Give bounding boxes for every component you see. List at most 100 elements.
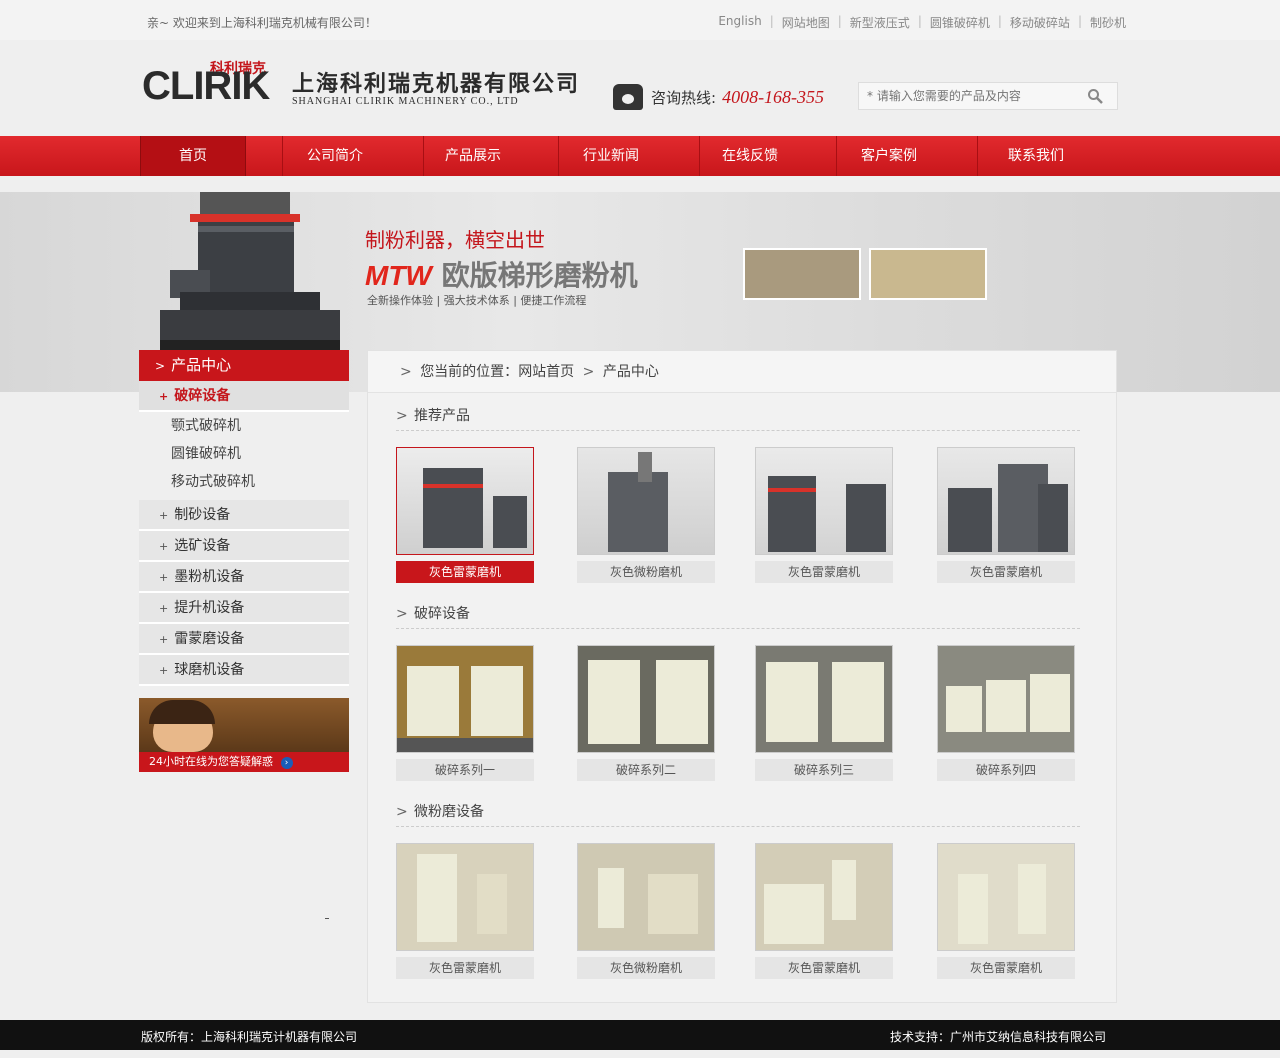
product-image xyxy=(755,843,893,951)
footer-support[interactable]: 技术支持：广州市艾纳信息科技有限公司 xyxy=(890,1028,1106,1045)
product-card[interactable]: 破碎系列四 xyxy=(937,645,1075,781)
product-caption: 灰色雷蒙磨机 xyxy=(396,561,534,583)
header: 科利瑞克 CLIRIK 上海科利瑞克机器有限公司 SHANGHAI CLIRIK… xyxy=(0,40,1280,136)
product-card[interactable]: 灰色雷蒙磨机 xyxy=(937,447,1075,583)
service-bar: 24小时在线为您答疑解惑 › xyxy=(139,752,349,772)
footer: 版权所有：上海科利瑞克计机器有限公司 技术支持：广州市艾纳信息科技有限公司 xyxy=(0,1020,1280,1050)
nav-products[interactable]: 产品展示 xyxy=(424,136,522,176)
breadcrumb: > 您当前的位置：网站首页 > 产品中心 xyxy=(368,351,1116,393)
nav-about[interactable]: 公司简介 xyxy=(283,136,387,176)
footer-copyright: 版权所有：上海科利瑞克计机器有限公司 xyxy=(141,1030,358,1044)
product-card[interactable]: 灰色雷蒙磨机 xyxy=(755,843,893,979)
top-link-sitemap[interactable]: 网站地图 xyxy=(782,14,830,31)
category-label: 墨粉机设备 xyxy=(174,569,245,585)
search-box xyxy=(858,82,1118,110)
product-card[interactable]: 破碎系列三 xyxy=(755,645,893,781)
category-label: 提升机设备 xyxy=(174,600,245,616)
sidebar-category-grinder[interactable]: + 墨粉机设备 xyxy=(139,562,349,593)
sidebar-subcategory-jaw[interactable]: 颚式破碎机 xyxy=(139,412,349,440)
sidebar-category-elevator[interactable]: + 提升机设备 xyxy=(139,593,349,624)
plus-icon: + xyxy=(159,602,169,615)
search-input[interactable] xyxy=(859,83,1079,109)
top-link-hydraulic[interactable]: 新型液压式 xyxy=(850,14,910,31)
category-label: 雷蒙磨设备 xyxy=(174,631,245,647)
company-logo[interactable]: 科利瑞克 CLIRIK 上海科利瑞克机器有限公司 SHANGHAI CLIRIK… xyxy=(142,58,582,114)
chevron-right-icon: > xyxy=(396,606,408,622)
sidebar-category-raymond[interactable]: + 雷蒙磨设备 xyxy=(139,624,349,655)
sidebar: > 产品中心 + 破碎设备 颚式破碎机 圆锥破碎机 移动式破碎机 + 制砂设备 + 选矿… xyxy=(139,350,349,772)
product-image xyxy=(937,645,1075,753)
sidebar-category-sand[interactable]: + 制砂设备 xyxy=(139,500,349,531)
product-caption: 灰色雷蒙磨机 xyxy=(396,957,534,979)
product-caption: 灰色微粉磨机 xyxy=(577,957,715,979)
product-caption: 灰色雷蒙磨机 xyxy=(755,561,893,583)
banner-thumb-image xyxy=(743,248,861,300)
chevron-right-icon: > xyxy=(396,408,408,424)
chevron-right-icon: > xyxy=(400,364,412,380)
banner-product-prefix: MTW xyxy=(365,260,432,291)
product-card[interactable]: 灰色雷蒙磨机 xyxy=(755,447,893,583)
nav-news[interactable]: 行业新闻 xyxy=(559,136,663,176)
product-image xyxy=(577,447,715,555)
main-nav: 首页 公司简介 产品展示 行业新闻 在线反馈 客户案例 联系我们 xyxy=(0,136,1280,176)
product-caption: 破碎系列四 xyxy=(937,759,1075,781)
product-image xyxy=(577,843,715,951)
arrow-right-icon: › xyxy=(280,757,293,769)
hotline-number: 4008-168-355 xyxy=(722,86,825,107)
sidebar-title: > 产品中心 xyxy=(139,350,349,381)
nav-cases[interactable]: 客户案例 xyxy=(837,136,941,176)
section-crushing: > 破碎设备 破碎系列一 破碎系列二 破碎系列三 破碎系列四 xyxy=(396,599,1080,781)
top-bar: 亲~ 欢迎来到上海科利瑞克机械有限公司！ English | 网站地图 | 新型… xyxy=(0,0,1280,40)
product-card[interactable]: 灰色雷蒙磨机 xyxy=(396,843,534,979)
company-name-cn: 上海科利瑞克机器有限公司 xyxy=(292,72,581,97)
product-caption: 灰色雷蒙磨机 xyxy=(755,957,893,979)
product-card[interactable]: 灰色雷蒙磨机 xyxy=(396,447,534,583)
search-icon[interactable] xyxy=(1087,88,1103,104)
plus-icon: + xyxy=(159,633,169,646)
sidebar-subcategory-mobile[interactable]: 移动式破碎机 xyxy=(139,468,349,496)
product-card[interactable]: 灰色微粉磨机 xyxy=(577,843,715,979)
top-link-cone-crusher[interactable]: 圆锥破碎机 xyxy=(930,14,990,31)
product-caption: 破碎系列三 xyxy=(755,759,893,781)
section-title-text: 微粉磨设备 xyxy=(414,804,484,820)
product-caption: 破碎系列二 xyxy=(577,759,715,781)
nav-feedback[interactable]: 在线反馈 xyxy=(700,136,800,176)
product-card[interactable]: 破碎系列一 xyxy=(396,645,534,781)
product-image xyxy=(396,645,534,753)
sidebar-category-mineral[interactable]: + 选矿设备 xyxy=(139,531,349,562)
welcome-text: 亲~ 欢迎来到上海科利瑞克机械有限公司！ xyxy=(147,16,377,30)
separator: | xyxy=(837,14,842,28)
nav-contact[interactable]: 联系我们 xyxy=(978,136,1094,176)
product-card[interactable]: 灰色微粉磨机 xyxy=(577,447,715,583)
section-micro-powder: > 微粉磨设备 灰色雷蒙磨机 灰色微粉磨机 灰色雷蒙磨机 灰色雷蒙磨机 xyxy=(396,797,1080,979)
online-service-banner[interactable]: 24小时在线为您答疑解惑 › xyxy=(139,698,349,772)
top-link-mobile-crusher[interactable]: 移动破碎站 xyxy=(1010,14,1070,31)
product-image xyxy=(577,645,715,753)
separator: | xyxy=(769,14,774,28)
mill-machine-image xyxy=(160,192,340,350)
top-link-sand-maker[interactable]: 制砂机 xyxy=(1090,14,1126,31)
breadcrumb-current: 产品中心 xyxy=(602,364,659,380)
sidebar-category-ballmill[interactable]: + 球磨机设备 xyxy=(139,655,349,686)
product-image xyxy=(396,447,534,555)
plus-icon: + xyxy=(159,571,169,584)
product-card[interactable]: 灰色雷蒙磨机 xyxy=(937,843,1075,979)
hotline: 咨询热线: 4008-168-355 xyxy=(613,84,824,110)
sidebar-category-crushing[interactable]: + 破碎设备 xyxy=(139,381,349,412)
product-card[interactable]: 破碎系列二 xyxy=(577,645,715,781)
sidebar-title-text: 产品中心 xyxy=(171,356,232,374)
section-title: > 推荐产品 xyxy=(396,401,1080,431)
sidebar-subcategory-cone[interactable]: 圆锥破碎机 xyxy=(139,440,349,468)
nav-home[interactable]: 首页 xyxy=(140,136,246,176)
main-content: > 您当前的位置：网站首页 > 产品中心 > 推荐产品 灰色雷蒙磨机 灰色微粉磨… xyxy=(367,350,1117,1003)
category-label: 破碎设备 xyxy=(174,388,231,404)
separator: | xyxy=(917,14,922,28)
top-link-english[interactable]: English xyxy=(718,14,761,31)
breadcrumb-home[interactable]: 网站首页 xyxy=(518,364,574,380)
category-label: 制砂设备 xyxy=(174,507,231,523)
phone-icon xyxy=(613,84,643,110)
top-links: English | 网站地图 | 新型液压式 | 圆锥破碎机 | 移动破碎站 |… xyxy=(718,14,1126,31)
product-caption: 灰色雷蒙磨机 xyxy=(937,957,1075,979)
separator: | xyxy=(1077,14,1082,28)
category-label: 球磨机设备 xyxy=(174,662,245,678)
